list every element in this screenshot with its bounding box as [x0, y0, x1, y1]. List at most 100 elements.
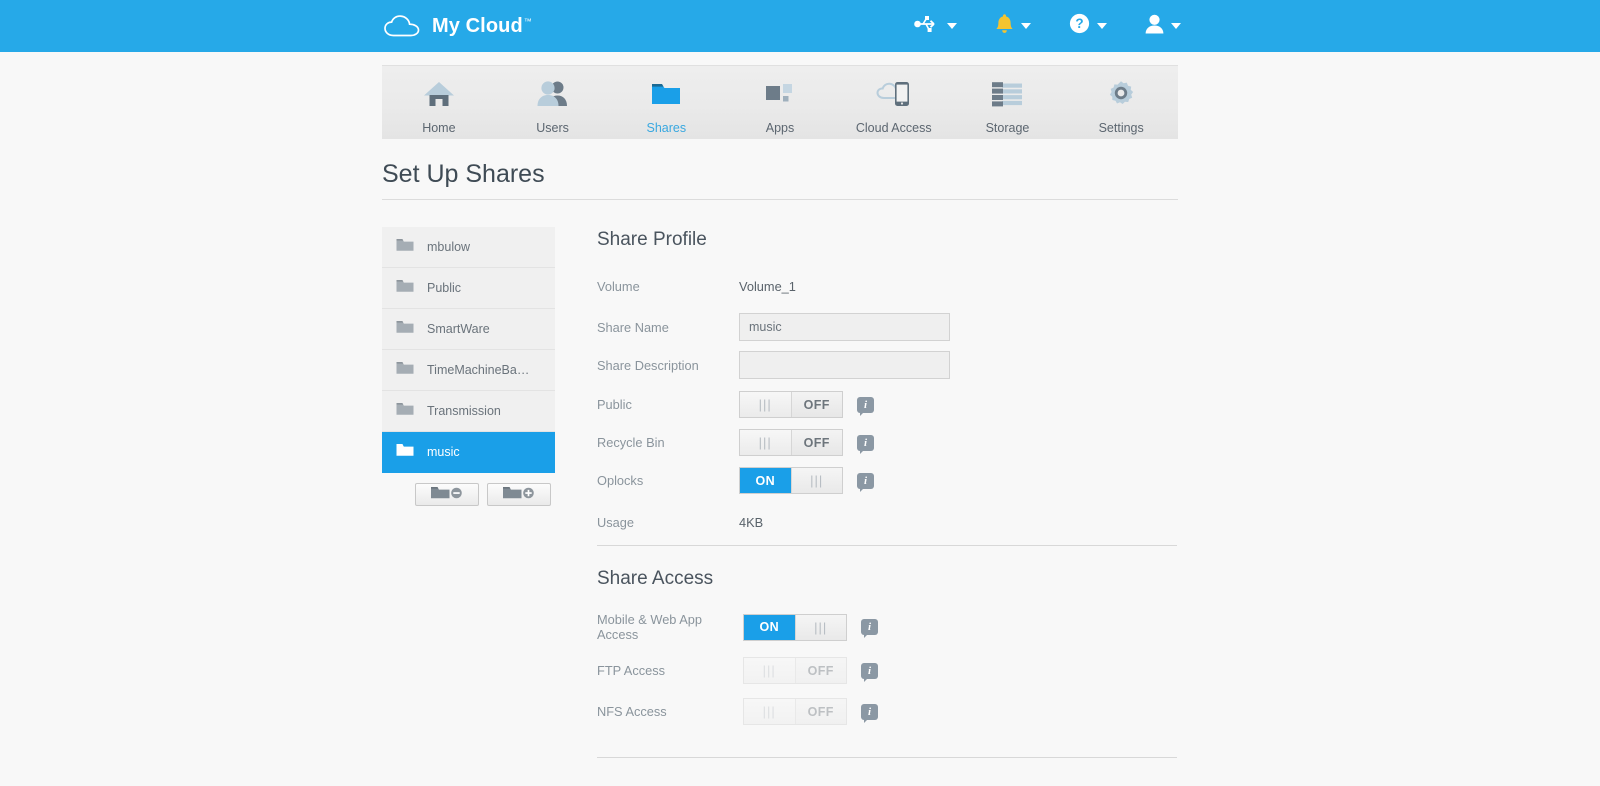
share-description-input[interactable]: [739, 351, 950, 379]
folder-icon: [651, 78, 681, 110]
chevron-down-icon: [1021, 23, 1031, 29]
share-list-item[interactable]: Transmission: [382, 391, 555, 432]
toggle-state: OFF: [807, 663, 834, 678]
usb-icon: [914, 15, 940, 38]
section-divider: [597, 545, 1177, 546]
share-profile-section: Share Profile Volume Volume_1 Share Name…: [597, 229, 1177, 533]
page-title: Set Up Shares: [382, 160, 545, 188]
top-actions: ?: [895, 0, 1200, 52]
help-menu[interactable]: ?: [1050, 0, 1126, 52]
add-share-button[interactable]: [487, 483, 551, 506]
ftp-access-toggle[interactable]: ||| OFF: [743, 657, 847, 684]
ftp-access-label: FTP Access: [597, 663, 666, 678]
ftp-access-row: FTP Access ||| OFF i: [597, 657, 1177, 684]
nav-item-shares[interactable]: Shares: [609, 66, 723, 139]
home-icon: [423, 78, 455, 110]
share-list-buttons: [415, 483, 551, 506]
share-list-item[interactable]: SmartWare: [382, 309, 555, 350]
oplocks-label: Oplocks: [597, 473, 644, 488]
folder-icon: [396, 442, 414, 462]
folder-minus-icon: [430, 485, 464, 505]
folder-icon: [396, 401, 414, 421]
trademark-symbol: ™: [523, 16, 532, 26]
toggle-grip: |||: [810, 473, 824, 488]
user-menu[interactable]: [1126, 0, 1200, 52]
chevron-down-icon: [1171, 23, 1181, 29]
recycle-bin-info-icon[interactable]: i: [857, 434, 874, 454]
mobile-web-access-label: Mobile & Web App Access: [597, 612, 703, 642]
share-name-label: Share Name: [597, 319, 669, 335]
nav-label: Apps: [765, 121, 795, 135]
footer-divider: [597, 757, 1177, 758]
chevron-down-icon: [1097, 23, 1107, 29]
folder-icon: [396, 237, 414, 257]
nfs-access-toggle[interactable]: ||| OFF: [743, 698, 847, 725]
oplocks-row: Oplocks ON ||| i: [597, 467, 1177, 494]
nav-item-cloud-access[interactable]: Cloud Access: [837, 66, 951, 139]
nav-label: Cloud Access: [855, 121, 932, 135]
mobile-web-access-row: Mobile & Web App Access ON ||| i: [597, 612, 1177, 642]
nav-label: Shares: [646, 121, 687, 135]
brand-logo[interactable]: My Cloud™: [383, 0, 532, 52]
toggle-grip: |||: [762, 663, 776, 678]
nav-label: Home: [422, 121, 456, 135]
share-name-label: mbulow: [427, 240, 471, 254]
share-description-row: Share Description: [597, 351, 1177, 379]
ftp-access-info-icon[interactable]: i: [861, 662, 878, 682]
share-name-label: Public: [427, 281, 462, 295]
share-list-item[interactable]: mbulow: [382, 227, 555, 268]
share-list-item[interactable]: Public: [382, 268, 555, 309]
nav-item-settings[interactable]: Settings: [1064, 66, 1178, 139]
title-divider: [382, 199, 1178, 200]
oplocks-toggle[interactable]: ON |||: [739, 467, 843, 494]
public-row: Public ||| OFF i: [597, 391, 1177, 418]
shares-list: mbulow Public SmartWare TimeMachineBa… T…: [382, 227, 555, 473]
nav-item-users[interactable]: Users: [496, 66, 610, 139]
apps-icon: [765, 78, 795, 110]
storage-icon: [990, 78, 1024, 110]
oplocks-info-icon[interactable]: i: [857, 472, 874, 492]
recycle-bin-row: Recycle Bin ||| OFF i: [597, 429, 1177, 456]
share-description-label: Share Description: [597, 357, 699, 373]
folder-icon: [396, 319, 414, 339]
volume-value: Volume_1: [739, 278, 796, 294]
cloud-phone-icon: [876, 78, 912, 110]
nav-item-home[interactable]: Home: [382, 66, 496, 139]
share-list-item[interactable]: TimeMachineBa…: [382, 350, 555, 391]
mobile-web-access-info-icon[interactable]: i: [861, 619, 878, 638]
share-name-label: SmartWare: [427, 322, 490, 336]
users-icon: [536, 78, 570, 110]
person-icon: [1145, 14, 1164, 39]
share-name-input[interactable]: [739, 313, 950, 341]
toggle-grip: |||: [758, 397, 772, 412]
chevron-down-icon: [947, 23, 957, 29]
volume-row: Volume Volume_1: [597, 275, 1177, 297]
public-info-icon[interactable]: i: [857, 396, 874, 416]
nfs-access-info-icon[interactable]: i: [861, 703, 878, 723]
nav-item-apps[interactable]: Apps: [723, 66, 837, 139]
nfs-access-row: NFS Access ||| OFF i: [597, 698, 1177, 725]
public-toggle[interactable]: ||| OFF: [739, 391, 843, 418]
toggle-state: OFF: [803, 397, 830, 412]
usage-value: 4KB: [739, 514, 764, 530]
cloud-icon: [383, 14, 421, 38]
toggle-state: ON: [755, 473, 776, 488]
gear-icon: [1106, 78, 1136, 110]
usage-label: Usage: [597, 514, 634, 530]
share-profile-heading: Share Profile: [597, 229, 707, 250]
share-list-item-selected[interactable]: music: [382, 432, 555, 473]
share-name-label: music: [427, 445, 460, 459]
toggle-state: OFF: [807, 704, 834, 719]
alerts-menu[interactable]: [976, 0, 1050, 52]
top-bar: My Cloud™ ?: [0, 0, 1600, 52]
remove-share-button[interactable]: [415, 483, 479, 506]
share-access-section: Share Access Mobile & Web App Access ON …: [597, 568, 1177, 725]
nav-label: Users: [536, 121, 569, 135]
bell-icon: [995, 13, 1014, 39]
toggle-state: ON: [759, 620, 780, 634]
toggle-grip: |||: [762, 704, 776, 719]
nav-item-storage[interactable]: Storage: [951, 66, 1065, 139]
mobile-web-access-toggle[interactable]: ON |||: [743, 613, 847, 641]
recycle-bin-toggle[interactable]: ||| OFF: [739, 429, 843, 456]
usb-menu[interactable]: [895, 0, 976, 52]
